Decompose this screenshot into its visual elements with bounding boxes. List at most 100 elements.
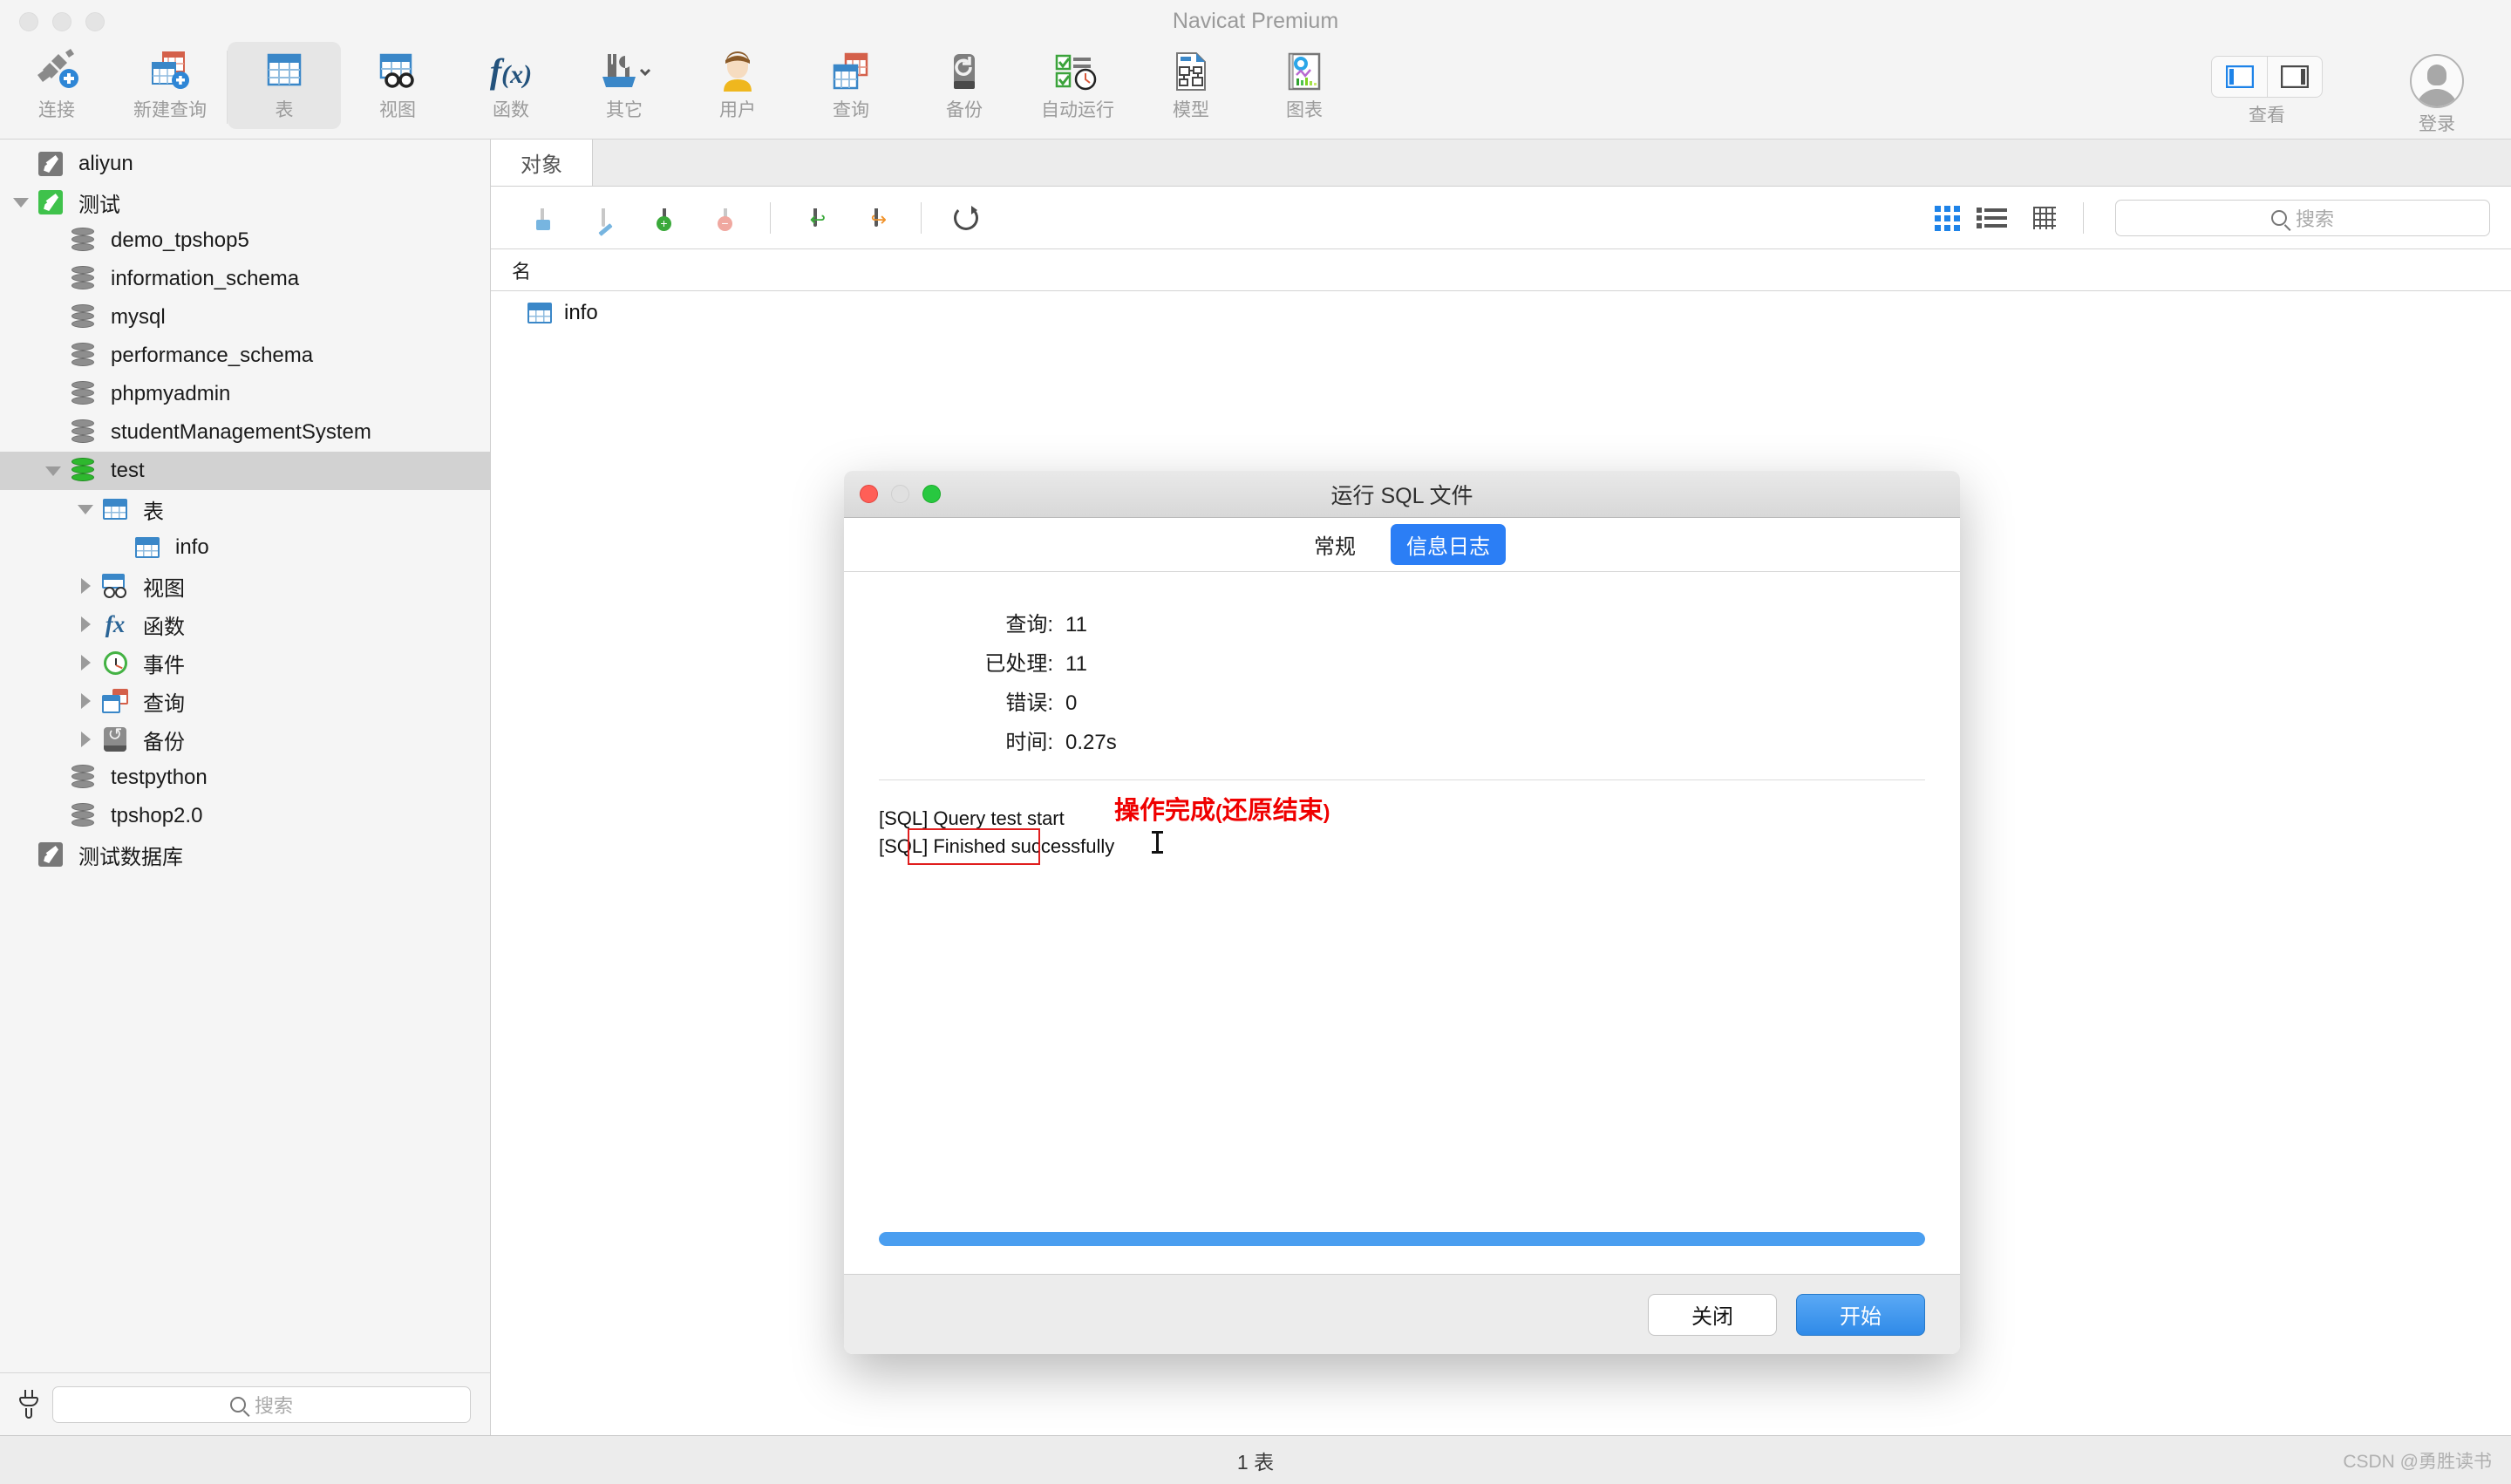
tree-item[interactable]: 视图 [0,567,490,605]
import-wizard-button[interactable]: ↩ [785,192,846,244]
connection-tree[interactable]: aliyun 测试demo_tpshop5information_schemamy… [0,140,490,1372]
tree-item[interactable]: tpshop2.0 [0,797,490,835]
caret [45,466,61,476]
tree-item[interactable]: 备份 [0,720,490,759]
tree-item[interactable]: 事件 [0,643,490,682]
tree-item-icon [65,343,100,369]
tree-item[interactable]: 查询 [0,682,490,720]
tab-general[interactable]: 常规 [1298,524,1371,565]
list-view-icon [1984,208,2007,228]
dialog-traffic-lights[interactable] [860,485,941,503]
backup-icon [104,727,126,752]
toolbar-item-other[interactable]: 其它 [568,42,681,129]
annotation-inner: 还原结束 [1222,797,1324,825]
toolbar-label: 连接 [38,101,75,119]
tree-item[interactable]: 测试数据库 [0,835,490,874]
toolbar-item-chart[interactable]: 图表 [1248,42,1361,129]
detail-layout-button[interactable] [2267,57,2322,97]
tree-item[interactable]: phpmyadmin [0,375,490,413]
close-button[interactable]: 关闭 [1648,1294,1777,1336]
tree-item[interactable]: studentManagementSystem [0,413,490,452]
toolbar-item-function[interactable]: f(x) 函数 [454,42,568,129]
table-row[interactable]: info [491,291,2511,335]
toolbar-item-automation[interactable]: 自动运行 [1021,42,1134,129]
tree-item-label: tpshop2.0 [111,804,202,828]
tree-item-label: 函数 [143,609,185,640]
grid-view-icon [1935,206,1960,231]
tree-item[interactable]: fx函数 [0,605,490,643]
tree-item-label: aliyun [78,152,133,176]
toolbar-item-user[interactable]: 用户 [681,42,794,129]
tree-item-label: 事件 [143,648,185,678]
open-table-button[interactable] [512,192,573,244]
toolbar-group-connection: 连接 新建查询 [0,42,227,129]
dialog-tabs: 常规 信息日志 [844,518,1960,572]
list-view-button[interactable] [1971,194,2020,242]
tree-item[interactable]: test [0,452,490,490]
tree-item[interactable]: performance_schema [0,337,490,375]
dialog-maximize-button[interactable] [922,485,941,503]
avatar[interactable] [2410,54,2464,108]
grid-view-button[interactable] [1922,194,1971,242]
dialog-minimize-button[interactable] [891,485,909,503]
toolbar-item-view[interactable]: 视图 [341,42,454,129]
tree-item[interactable]: demo_tpshop5 [0,221,490,260]
toolbar-item-model[interactable]: 模型 [1134,42,1248,129]
tree-item[interactable]: information_schema [0,260,490,298]
table-icon [103,499,127,520]
execution-stats: 查询:11已处理:11错误:0时间:0.27s [879,607,1925,764]
tree-item[interactable]: 测试 [0,183,490,221]
tab-message-log[interactable]: 信息日志 [1391,524,1506,565]
toolbar-item-query[interactable]: 查询 [794,42,908,129]
start-button[interactable]: 开始 [1796,1294,1925,1336]
tree-item-icon [65,765,100,791]
dialog-body: 查询:11已处理:11错误:0时间:0.27s [SQL] Query test… [844,572,1960,1274]
chevron-right-icon[interactable] [73,732,98,747]
tree-item[interactable]: testpython [0,759,490,797]
chevron-right-icon[interactable] [73,655,98,671]
tree-item-icon [33,152,68,176]
chevron-down-icon[interactable] [41,466,65,476]
chevron-right-icon[interactable] [73,616,98,632]
pencil-icon [598,223,612,236]
tree-item-icon [65,266,100,292]
layout-segmented-control[interactable] [2211,56,2323,98]
chevron-down-icon[interactable] [73,505,98,514]
navicat-connection-green-icon [38,190,63,214]
refresh-button[interactable] [936,192,997,244]
toolbar-label: 表 [276,101,294,119]
tab-objects[interactable]: 对象 [491,139,593,186]
run-sql-file-dialog[interactable]: 运行 SQL 文件 常规 信息日志 查询:11已处理:11错误:0时间:0.27… [844,471,1960,1354]
connection-plug-icon[interactable] [19,1390,40,1419]
chevron-down-icon[interactable] [9,198,33,208]
tree-item[interactable]: 表 [0,490,490,528]
tree-item[interactable]: aliyun [0,145,490,183]
toolbar-item-connection[interactable]: 连接 [0,42,113,129]
detail-view-button[interactable] [2020,194,2069,242]
delete-table-button[interactable]: − [695,192,756,244]
new-query-icon [146,47,194,96]
chevron-right-icon[interactable] [73,578,98,594]
tree-item[interactable]: info [0,528,490,567]
toolbar-item-new-query[interactable]: 新建查询 [113,42,227,129]
tree-item-label: 视图 [143,571,185,602]
arrow-left-icon: ↩ [810,210,826,229]
sidebar-search-input[interactable]: 搜索 [52,1386,471,1423]
stat-row: 已处理:11 [879,646,1925,685]
sidebar-layout-button[interactable] [2212,57,2267,97]
table-row-name: info [564,301,598,325]
stat-value: 11 [1065,652,1087,677]
login-group[interactable]: 登录 [2380,42,2494,133]
arrow-right-icon: ↪ [871,210,887,229]
toolbar-item-table[interactable]: 表 [228,42,341,129]
dialog-titlebar: 运行 SQL 文件 [844,471,1960,518]
query-icon [828,47,874,96]
new-table-button[interactable]: + [634,192,695,244]
tree-item[interactable]: mysql [0,298,490,337]
object-search-input[interactable]: 搜索 [2115,200,2490,236]
design-table-button[interactable] [573,192,634,244]
chevron-right-icon[interactable] [73,693,98,709]
dialog-close-button[interactable] [860,485,878,503]
toolbar-item-backup[interactable]: 备份 [908,42,1021,129]
export-wizard-button[interactable]: ↪ [846,192,907,244]
